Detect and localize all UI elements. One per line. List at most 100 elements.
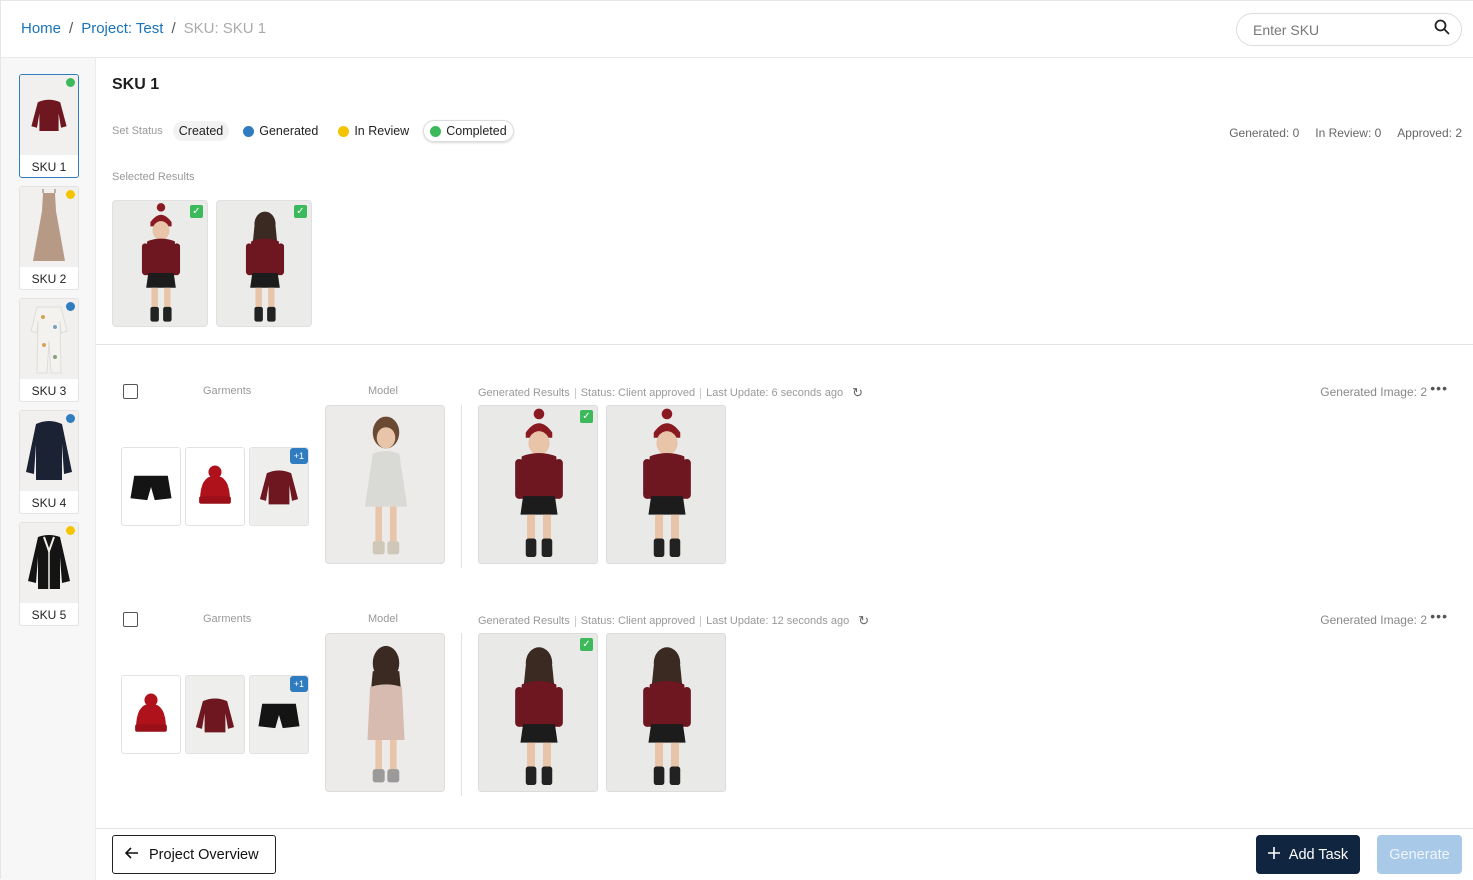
model-image[interactable] [325,633,445,792]
in-review-count: In Review: 0 [1315,126,1382,140]
garments-column-label: Garments [203,385,252,397]
top-bar: Home / Project: Test / SKU: SKU 1 [1,1,1473,58]
status-option-completed[interactable]: Completed [423,120,514,142]
column-divider [461,633,462,796]
status-dot [66,414,75,423]
sidebar-item-sku-4[interactable]: SKU 4 [19,410,79,514]
breadcrumb-project-link[interactable]: Project: Test [81,20,163,37]
breadcrumb-current: SKU: SKU 1 [183,20,267,37]
sku-sidebar: SKU 1 SKU 2 SKU 3 SKU 4 SKU 5 [1,58,96,880]
more-garments-badge[interactable]: +1 [289,676,308,692]
sku-search-input[interactable] [1253,21,1434,38]
task-row: Garments Model Generated Results Status:… [96,364,1473,579]
status-option-label: In Review [354,124,410,138]
garments-column-label: Garments [203,613,252,625]
add-task-button[interactable]: Add Task [1256,835,1360,874]
divider [574,387,576,399]
generated-count: Generated: 0 [1229,126,1300,140]
section-divider [96,344,1473,345]
status-dot [430,125,442,137]
status-option-label: Created [178,124,224,138]
garment-thumbnail[interactable] [121,447,181,526]
page-title: SKU 1 [112,76,160,93]
status-selector: Set Status Created Generated In Review C… [112,120,514,142]
approved-count: Approved: 2 [1397,126,1462,140]
sidebar-item-sku-1[interactable]: SKU 1 [19,74,79,178]
status-dot [66,78,75,87]
breadcrumb-separator: / [171,20,176,37]
sku-thumbnail [20,75,78,155]
divider [700,615,702,627]
model-column-label: Model [368,613,398,625]
search-icon[interactable] [1434,19,1450,40]
sidebar-item-sku-5[interactable]: SKU 5 [19,522,79,626]
action-bar: Project Overview Add Task Generate [96,828,1473,880]
refresh-icon[interactable]: ↻ [852,385,863,401]
task-row: Garments Model Generated Results Status:… [96,592,1473,807]
generated-image-count: Generated Image: 2 [1320,385,1427,399]
sku-search [1236,13,1462,46]
task-select-checkbox[interactable] [123,612,138,627]
sku-thumbnail [20,187,78,267]
task-status: Status: Client approved [580,387,696,399]
sku-thumbnail [20,523,78,603]
generated-image-count: Generated Image: 2 [1320,613,1427,627]
generated-result-image[interactable]: ✓ [478,633,598,792]
sku-detail-panel: SKU 1 Set Status Created Generated In Re… [96,58,1473,828]
model-image[interactable] [325,405,445,564]
generate-button[interactable]: Generate [1377,835,1462,874]
status-option-in-review[interactable]: In Review [332,121,415,141]
garment-thumbnail[interactable] [185,447,245,526]
set-status-label: Set Status [112,125,163,137]
plus-icon [1267,846,1280,863]
result-stats: Generated: 0 In Review: 0 Approved: 2 [1229,126,1462,140]
divider [574,615,576,627]
sidebar-item-label: SKU 5 [31,608,67,622]
more-options-icon[interactable]: ••• [1430,380,1448,396]
more-options-icon[interactable]: ••• [1430,608,1448,624]
garment-thumbnail[interactable] [121,675,181,754]
generated-results-label: Generated Results [478,615,570,627]
status-option-label: Generated [259,124,319,138]
checkmark-icon[interactable]: ✓ [580,410,593,423]
model-column-label: Model [368,385,398,397]
last-update: Last Update: 12 seconds ago [706,615,850,627]
breadcrumb: Home / Project: Test / SKU: SKU 1 [21,20,266,37]
sidebar-item-label: SKU 1 [31,160,67,174]
breadcrumb-home-link[interactable]: Home [21,20,61,37]
selected-result-image[interactable]: ✓ [216,200,312,327]
refresh-icon[interactable]: ↻ [858,613,869,629]
status-dot [243,125,255,137]
project-overview-label: Project Overview [149,846,259,863]
checkmark-icon[interactable]: ✓ [294,205,307,218]
generated-results-label: Generated Results [478,387,570,399]
selected-result-image[interactable]: ✓ [112,200,208,327]
generated-result-image[interactable] [606,405,726,564]
sidebar-item-label: SKU 4 [31,496,67,510]
add-task-label: Add Task [1288,846,1349,863]
garment-thumbnail[interactable]: +1 [249,447,309,526]
sidebar-item-label: SKU 3 [31,384,67,398]
status-option-label: Completed [446,124,507,138]
garment-thumbnail[interactable] [185,675,245,754]
project-overview-button[interactable]: Project Overview [112,835,276,874]
task-meta: Generated Results Status: Client approve… [478,613,869,629]
status-dot [66,190,75,199]
checkmark-icon[interactable]: ✓ [190,205,203,218]
divider [700,387,702,399]
generated-result-image[interactable] [606,633,726,792]
status-option-generated[interactable]: Generated [237,121,324,141]
status-dot [66,302,75,311]
more-garments-badge[interactable]: +1 [289,448,308,464]
last-update: Last Update: 6 seconds ago [706,387,844,399]
breadcrumb-separator: / [69,20,74,37]
garment-thumbnail[interactable]: +1 [249,675,309,754]
checkmark-icon[interactable]: ✓ [580,638,593,651]
generated-result-image[interactable]: ✓ [478,405,598,564]
app-window: Home / Project: Test / SKU: SKU 1 SKU 1 … [0,0,1473,880]
arrow-left-icon [124,846,139,864]
task-select-checkbox[interactable] [123,384,138,399]
sidebar-item-sku-2[interactable]: SKU 2 [19,186,79,290]
status-option-created[interactable]: Created [172,121,230,141]
sidebar-item-sku-3[interactable]: SKU 3 [19,298,79,402]
